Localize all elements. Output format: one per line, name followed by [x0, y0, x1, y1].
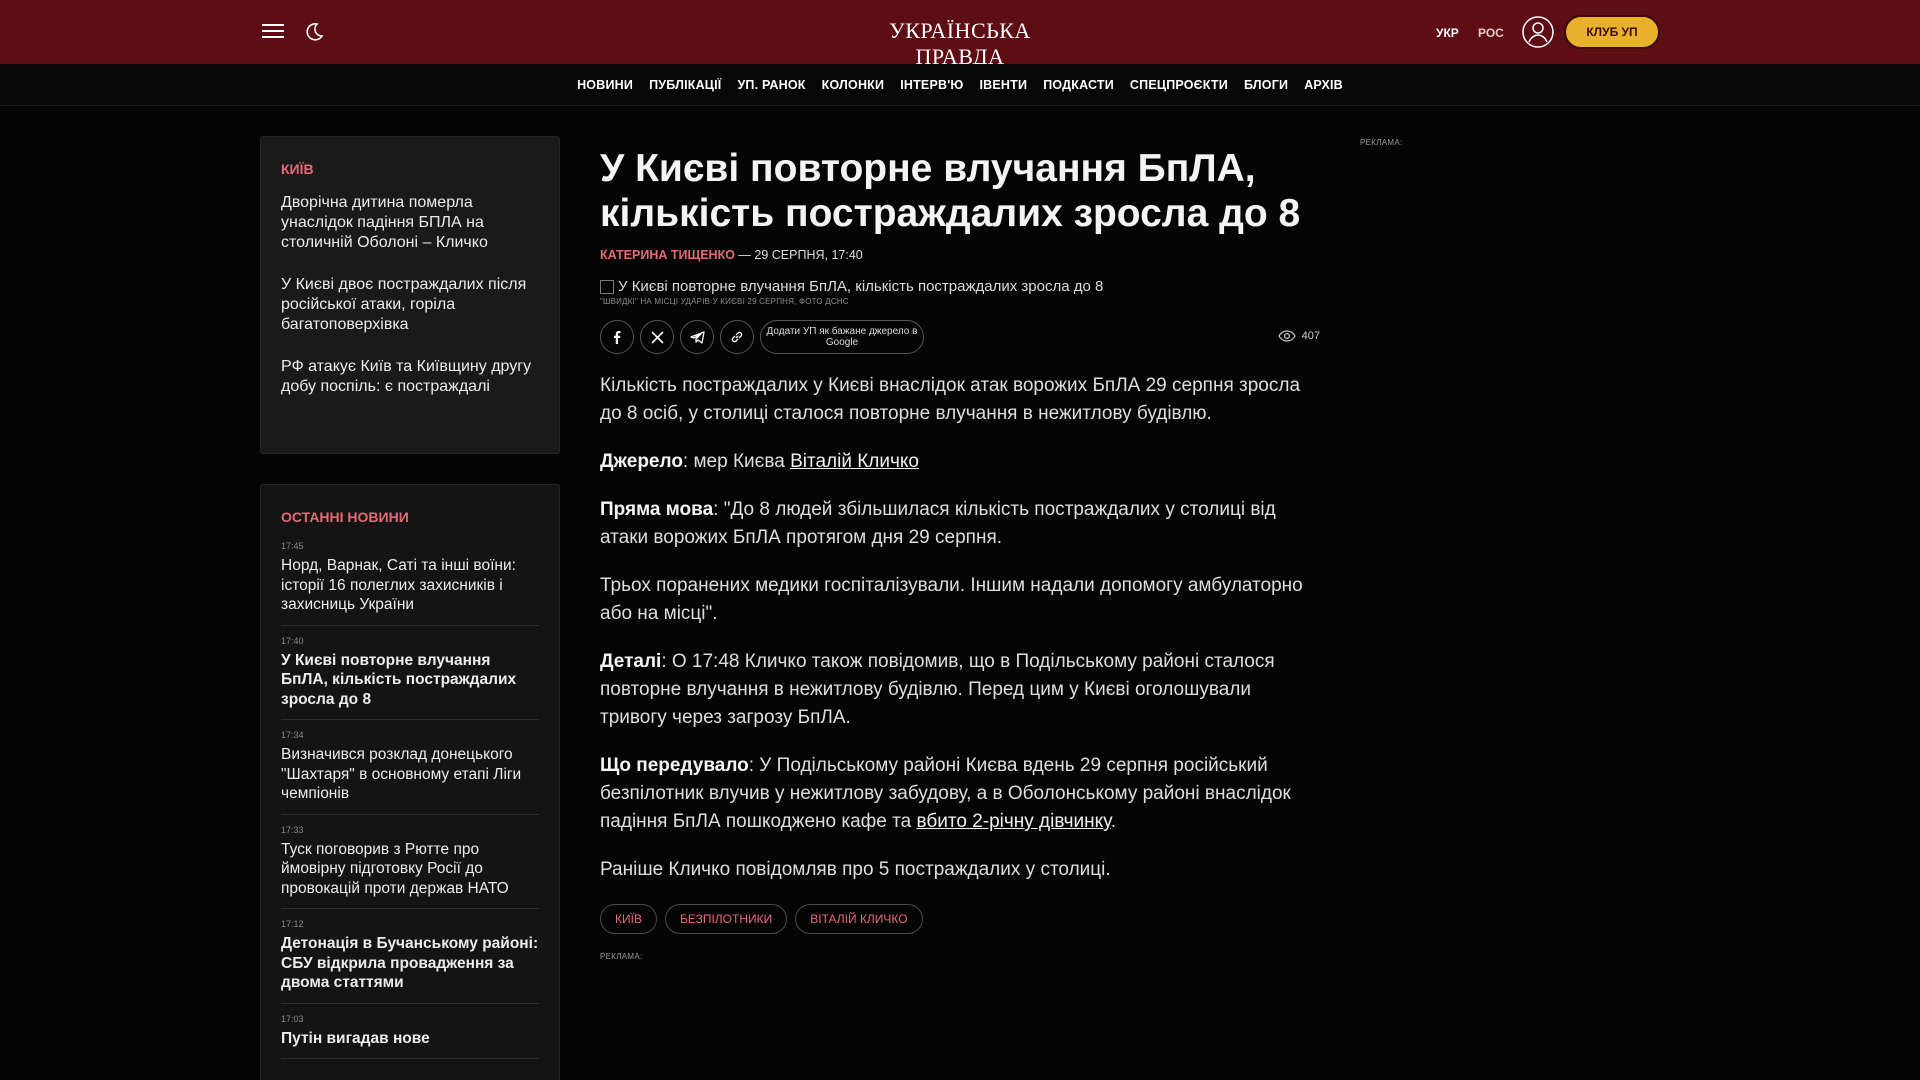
- site-header: УКРАЇНСЬКА ПРАВДА УКР РОС КЛУБ УП: [0, 0, 1920, 69]
- article-tags: КИЇВ БЕЗПІЛОТНИКИ ВІТАЛІЙ КЛИЧКО: [600, 904, 1320, 934]
- news-time: 17:45: [281, 541, 304, 551]
- news-time: 17:03: [281, 1013, 304, 1024]
- news-time: 17:12: [281, 919, 304, 929]
- paragraph-text: : О 17:48 Кличко також повідомив, що в П…: [600, 651, 1275, 728]
- right-ad-label: РЕКЛАМА:: [1360, 138, 1403, 147]
- share-bar: Додати УП як бажане джерело в Google 407: [600, 318, 1320, 354]
- nav-item-news[interactable]: НОВИНИ: [577, 78, 633, 92]
- kyiv-box-label[interactable]: КИЇВ: [281, 161, 539, 177]
- telegram-share-icon[interactable]: [680, 320, 714, 354]
- news-title[interactable]: Путін вигадав нове: [281, 1029, 539, 1049]
- news-list-item[interactable]: 17:45 Норд, Варнак, Саті та інші воїни: і…: [281, 541, 539, 626]
- news-time: 17:40: [281, 635, 304, 646]
- klitschko-link[interactable]: Віталій Кличко: [790, 451, 919, 472]
- copy-link-icon[interactable]: [720, 320, 754, 354]
- article-headline: У Києві повторне влучання БпЛА, кількіст…: [600, 147, 1301, 235]
- broken-image-icon: [600, 279, 614, 294]
- article: У Києві повторне влучання БпЛА, кількіст…: [600, 146, 1320, 961]
- paragraph: Джерело: мер Києва Віталій Кличко: [600, 448, 1320, 476]
- paragraph: Раніше Кличко повідомляв про 5 постражда…: [600, 859, 1111, 880]
- article-body: Кількість постраждалих у Києві внаслідок…: [600, 372, 1320, 884]
- lang-ros-link[interactable]: РОС: [1478, 26, 1504, 40]
- nav-item-podcasts[interactable]: ПОДКАСТИ: [1043, 78, 1114, 92]
- kyiv-item[interactable]: Дворічна дитина померла унаслідок падінн…: [281, 193, 539, 253]
- nav-item-columns[interactable]: КОЛОНКИ: [822, 78, 885, 92]
- nav-item-special[interactable]: СПЕЦПРОЄКТИ: [1130, 78, 1228, 92]
- paragraph-label: Деталі: [600, 651, 662, 672]
- tag-kyiv[interactable]: КИЇВ: [600, 904, 657, 934]
- article-byline: КАТЕРИНА ТИЩЕНКО — 29 СЕРПНЯ, 17:40: [600, 248, 1320, 262]
- news-list-item[interactable]: 17:33 Туск поговорив з Рютте про ймовірну…: [281, 824, 539, 909]
- views-counter: 407: [1277, 330, 1320, 342]
- news-title[interactable]: Детонація в Бучанському районі: СБУ відк…: [281, 934, 539, 993]
- paragraph: Кількість постраждалих у Києві внаслідок…: [600, 375, 1301, 424]
- paragraph-label: Пряма мова: [600, 499, 714, 520]
- news-list-item[interactable]: 17:40 У Києві повторне влучання БпЛА, кіл…: [281, 635, 539, 720]
- nav-item-morning[interactable]: УП. РАНОК: [737, 78, 805, 92]
- kyiv-related-box: КИЇВ Дворічна дитина померла унаслідок п…: [260, 136, 560, 454]
- paragraph-text: : мер Києва: [682, 451, 791, 472]
- news-list-item[interactable]: 17:12 Детонація в Бучанському районі: СБУ…: [281, 919, 539, 1004]
- paragraph: Деталі: О 17:48 Кличко також повідомив, …: [600, 648, 1320, 732]
- paragraph-text: .: [1110, 811, 1117, 832]
- main-nav: НОВИНИ ПУБЛІКАЦІЇ УП. РАНОК КОЛОНКИ ІНТЕ…: [0, 64, 1920, 106]
- news-title[interactable]: Визначився розклад донецького "Шахтаря" …: [281, 745, 539, 804]
- kyiv-item[interactable]: У Києві двоє постраждалих після російськ…: [281, 275, 539, 335]
- news-list-item[interactable]: 17:03 Путін вигадав нове: [281, 1013, 539, 1059]
- nav-item-blogs[interactable]: БЛОГИ: [1244, 78, 1288, 92]
- nav-item-events[interactable]: ІВЕНТИ: [980, 78, 1028, 92]
- eye-icon: [1277, 330, 1296, 342]
- news-title[interactable]: Туск поговорив з Рютте про ймовірну підг…: [281, 840, 539, 899]
- tag-drones[interactable]: БЕЗПІЛОТНИКИ: [664, 904, 788, 934]
- latest-news-label[interactable]: ОСТАННІ НОВИНИ: [281, 509, 539, 525]
- site-logo[interactable]: УКРАЇНСЬКА ПРАВДА: [860, 18, 1060, 70]
- nav-item-publications[interactable]: ПУБЛІКАЦІЇ: [649, 78, 721, 92]
- dark-mode-icon[interactable]: [302, 20, 326, 44]
- news-list-item[interactable]: 17:34 Визначився розклад донецького "Шахт…: [281, 730, 539, 815]
- google-source-button[interactable]: Додати УП як бажане джерело в Google: [760, 320, 924, 354]
- paragraph-label: Джерело: [600, 451, 683, 472]
- paragraph: Пряма мова: "До 8 людей збільшилася кіль…: [600, 496, 1320, 552]
- article-date: — 29 СЕРПНЯ, 17:40: [734, 248, 863, 262]
- ad-label: РЕКЛАМА:: [600, 952, 643, 961]
- news-title[interactable]: У Києві повторне влучання БпЛА, кількіст…: [281, 651, 539, 710]
- news-title[interactable]: Норд, Варнак, Саті та інші воїни: історі…: [281, 556, 539, 615]
- kyiv-item[interactable]: РФ атакує Київ та Київщину другу добу по…: [281, 357, 539, 397]
- author-link[interactable]: КАТЕРИНА ТИЩЕНКО: [600, 248, 735, 262]
- paragraph: Трьох поранених медики госпіталізували. …: [600, 575, 1303, 624]
- views-count: 407: [1301, 330, 1320, 342]
- lang-ukr-link[interactable]: УКР: [1436, 26, 1459, 40]
- nav-item-interview[interactable]: ІНТЕРВ'Ю: [900, 78, 963, 92]
- club-up-button[interactable]: КЛУБ УП: [1564, 15, 1660, 49]
- news-time: 17:34: [281, 730, 304, 740]
- girl-killed-link[interactable]: вбито 2-річну дівчинку: [916, 811, 1110, 832]
- user-profile-icon[interactable]: [1522, 16, 1554, 48]
- paragraph: Що передувало: У Подільському районі Киє…: [600, 752, 1320, 836]
- facebook-share-icon[interactable]: [600, 320, 634, 354]
- nav-item-archive[interactable]: АРХІВ: [1304, 78, 1343, 92]
- paragraph-label: Що передувало: [600, 755, 749, 776]
- news-time: 17:33: [281, 824, 304, 835]
- tag-klitschko[interactable]: ВІТАЛІЙ КЛИЧКО: [795, 904, 923, 934]
- image-caption: "ШВИДКІ" НА МІСЦІ УДАРІВ У КИЄВІ 29 СЕРП…: [600, 297, 849, 306]
- latest-news-box: ОСТАННІ НОВИНИ 17:45 Норд, Варнак, Саті т…: [260, 484, 560, 1080]
- x-share-icon[interactable]: [640, 320, 674, 354]
- article-image: У Києві повторне влучання БпЛА, кількіст…: [600, 278, 1320, 295]
- news-list: 17:45 Норд, Варнак, Саті та інші воїни: і…: [281, 541, 539, 1059]
- image-alt-text: У Києві повторне влучання БпЛА, кількіст…: [618, 278, 1104, 295]
- menu-icon[interactable]: [262, 22, 284, 40]
